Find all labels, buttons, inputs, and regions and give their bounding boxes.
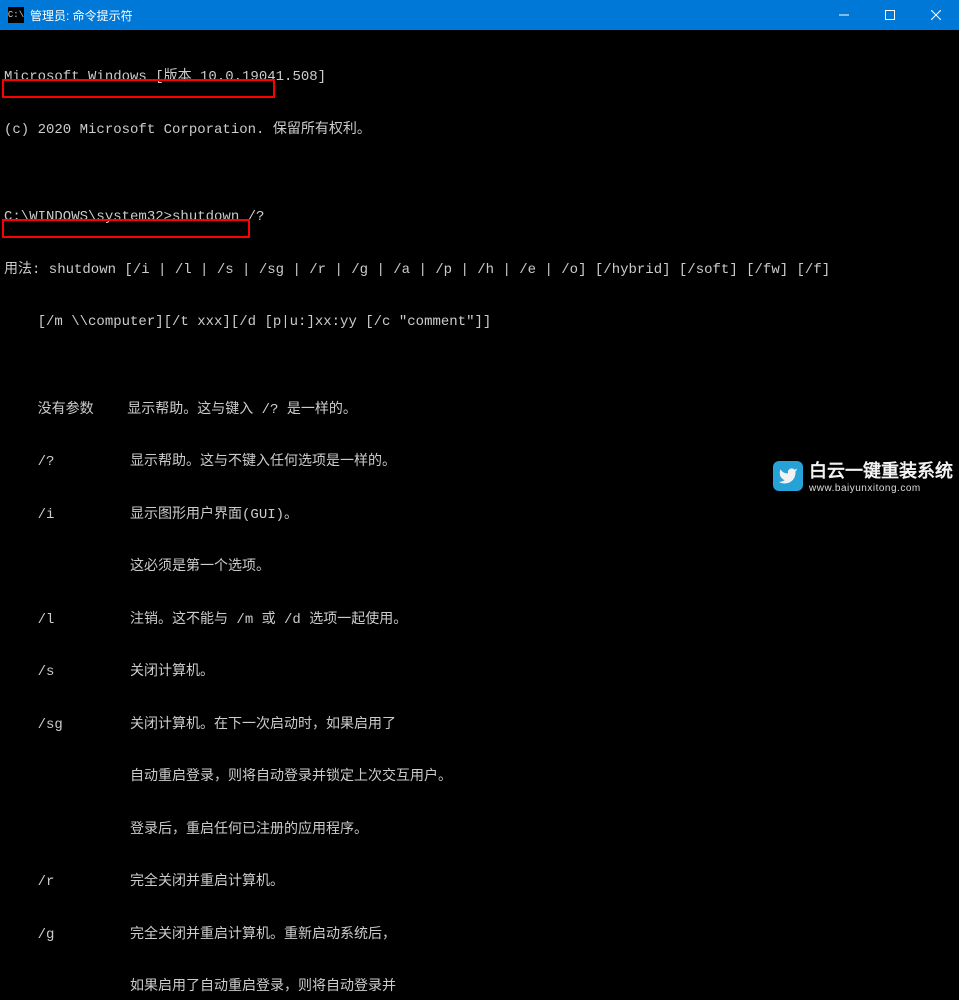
- terminal-line: 用法: shutdown [/i | /l | /s | /sg | /r | …: [4, 262, 955, 280]
- window-title: 管理员: 命令提示符: [30, 7, 133, 24]
- terminal-line: /sg 关闭计算机。在下一次启动时，如果启用了: [4, 717, 955, 735]
- watermark-bird-icon: [773, 461, 803, 491]
- close-button[interactable]: [913, 0, 959, 30]
- terminal-line: /l 注销。这不能与 /m 或 /d 选项一起使用。: [4, 612, 955, 630]
- terminal-line: C:\WINDOWS\system32>shutdown /?: [4, 209, 955, 227]
- terminal-line: 这必须是第一个选项。: [4, 559, 955, 577]
- terminal-line: 自动重启登录，则将自动登录并锁定上次交互用户。: [4, 769, 955, 787]
- terminal-output[interactable]: Microsoft Windows [版本 10.0.19041.508] (c…: [0, 30, 959, 1000]
- watermark: 白云一键重装系统 www.baiyunxitong.com: [773, 457, 953, 494]
- terminal-line: Microsoft Windows [版本 10.0.19041.508]: [4, 69, 955, 87]
- terminal-line: [/m \\computer][/t xxx][/d [p|u:]xx:yy […: [4, 314, 955, 332]
- terminal-line: 如果启用了自动重启登录，则将自动登录并: [4, 979, 955, 997]
- minimize-button[interactable]: [821, 0, 867, 30]
- terminal-line: /r 完全关闭并重启计算机。: [4, 874, 955, 892]
- window-titlebar: C:\ 管理员: 命令提示符: [0, 0, 959, 30]
- watermark-url: www.baiyunxitong.com: [809, 483, 953, 494]
- terminal-line: 登录后，重启任何已注册的应用程序。: [4, 822, 955, 840]
- terminal-line: 没有参数 显示帮助。这与键入 /? 是一样的。: [4, 402, 955, 420]
- terminal-line: /s 关闭计算机。: [4, 664, 955, 682]
- terminal-line: /i 显示图形用户界面(GUI)。: [4, 507, 955, 525]
- terminal-line: /g 完全关闭并重启计算机。重新启动系统后，: [4, 927, 955, 945]
- maximize-button[interactable]: [867, 0, 913, 30]
- terminal-line: (c) 2020 Microsoft Corporation. 保留所有权利。: [4, 122, 955, 140]
- watermark-title: 白云一键重装系统: [809, 457, 953, 483]
- cmd-icon: C:\: [8, 7, 24, 23]
